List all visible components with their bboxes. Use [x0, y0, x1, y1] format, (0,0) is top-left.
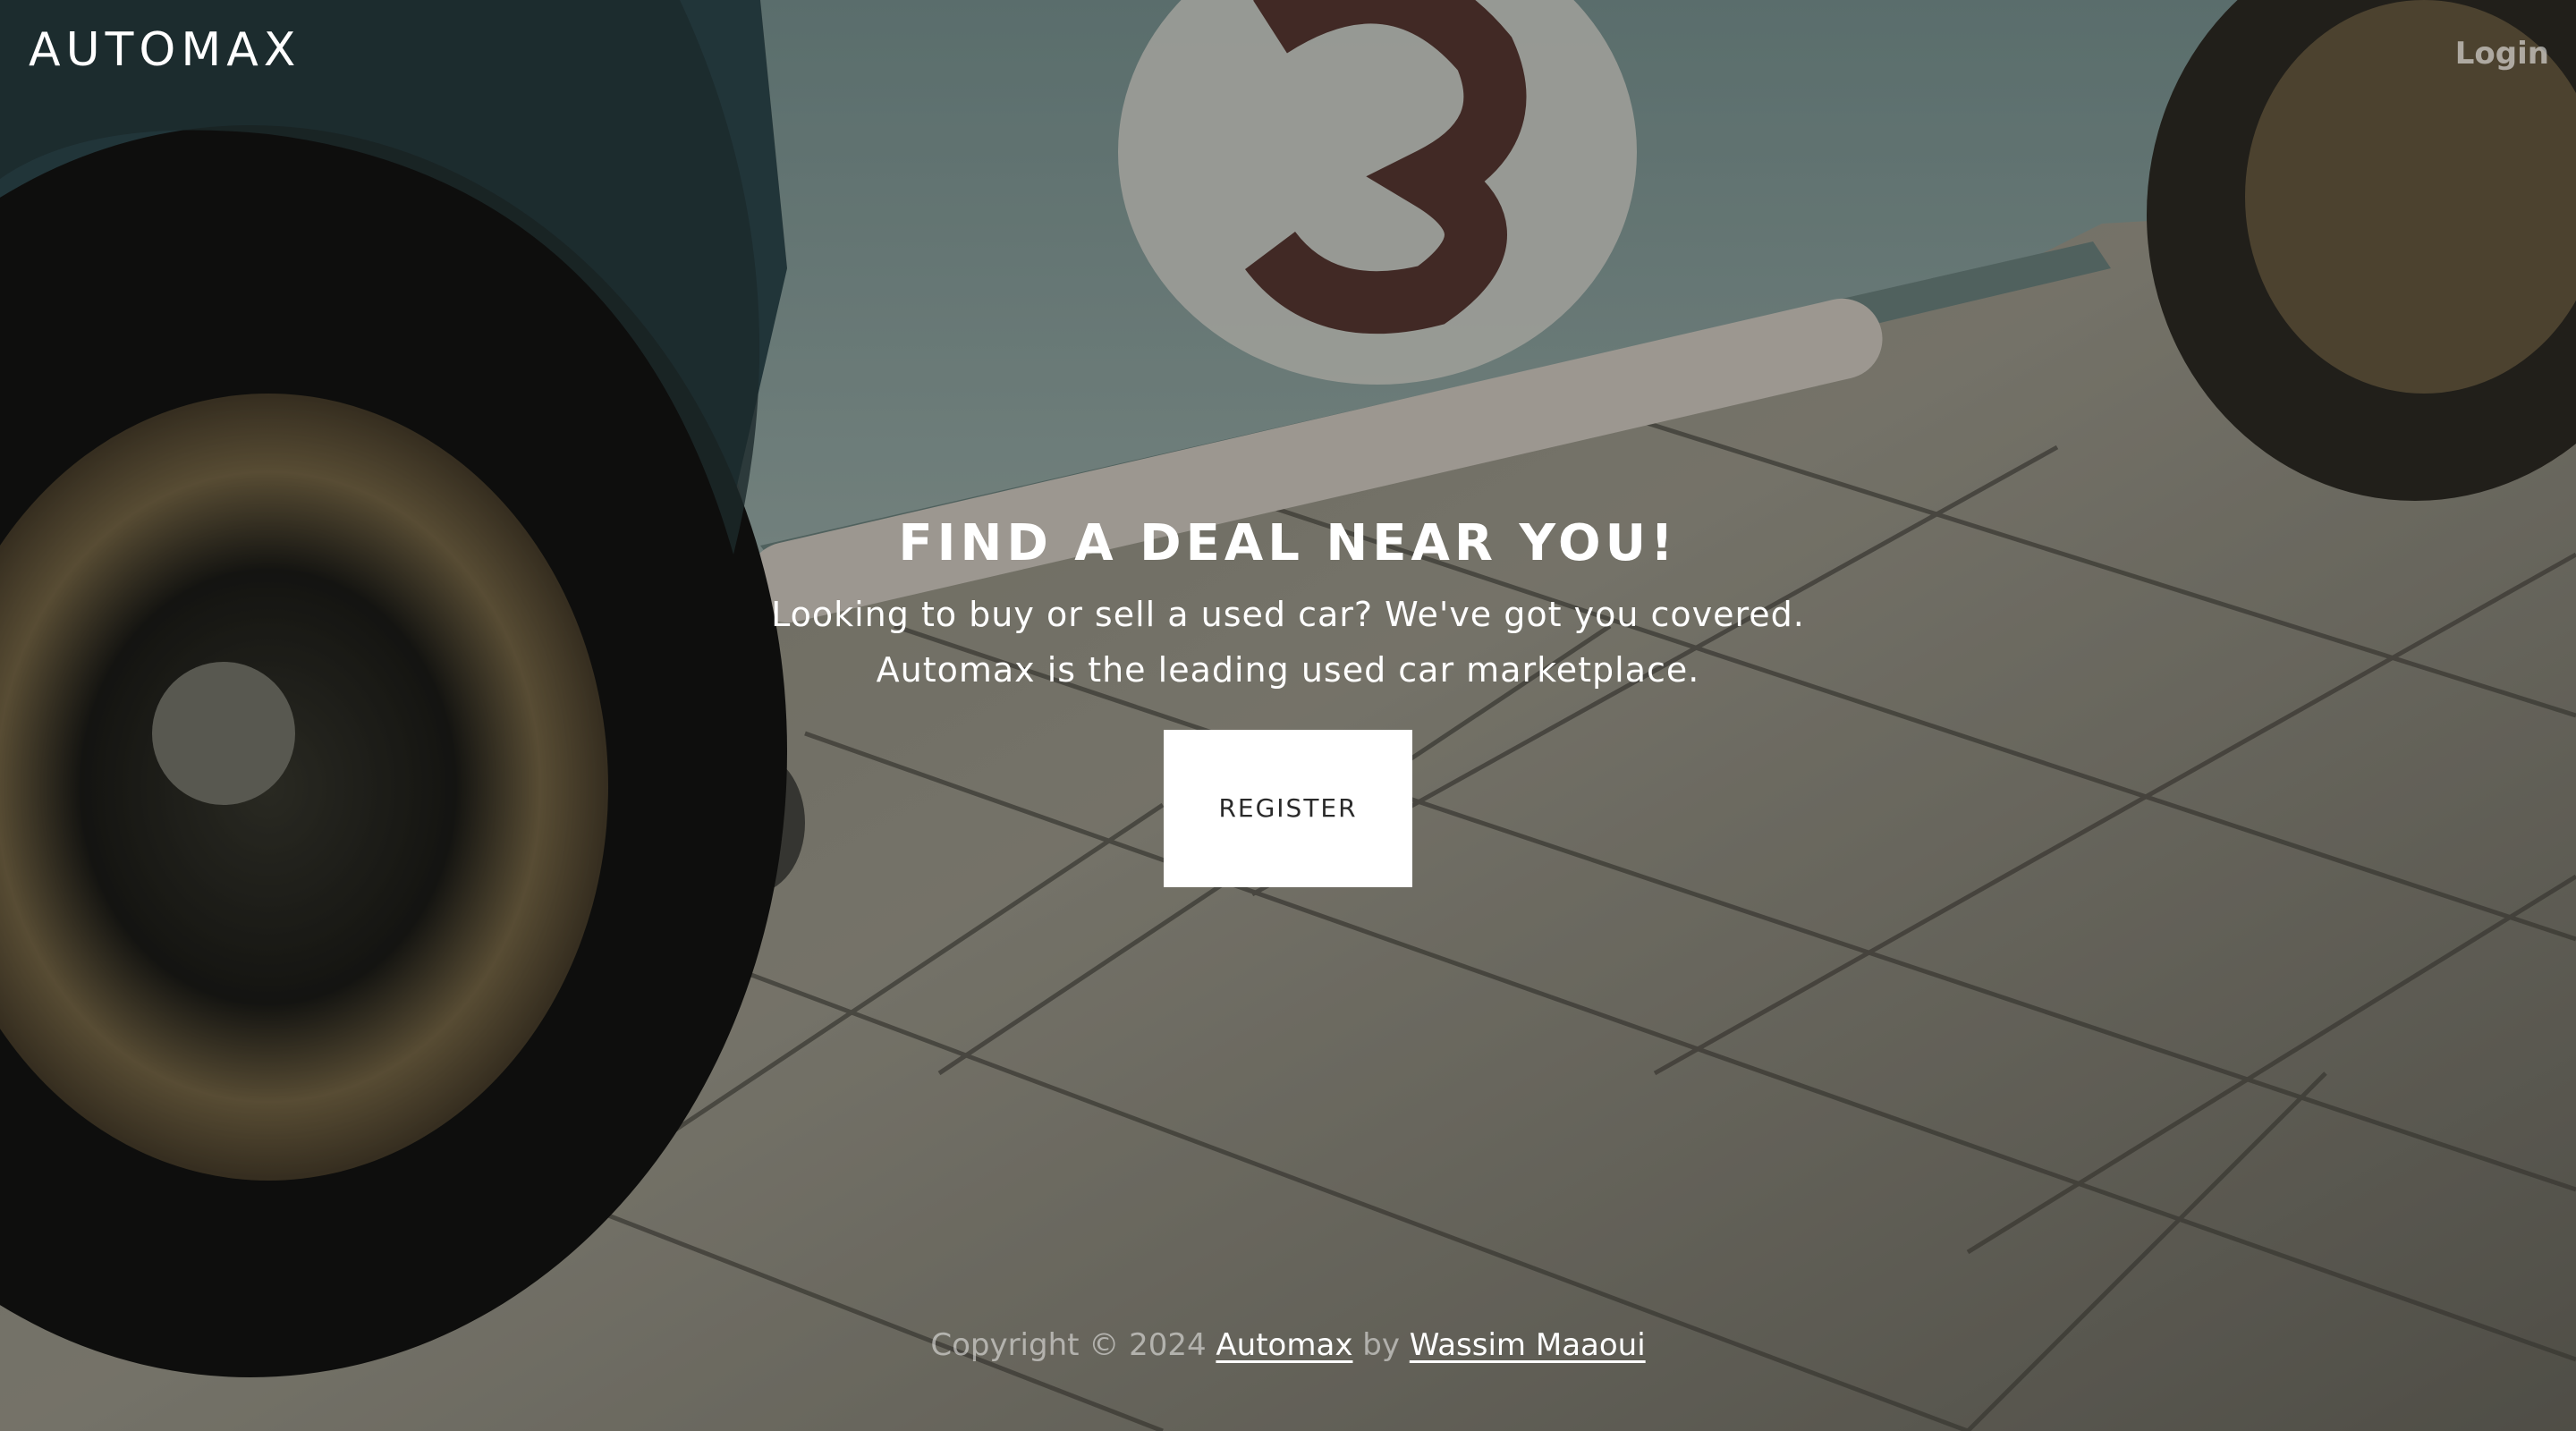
register-button[interactable]: REGISTER [1164, 730, 1412, 887]
footer: Copyright © 2024 Automax by Wassim Maaou… [0, 1327, 2576, 1363]
footer-by-text: by [1362, 1327, 1400, 1363]
login-link[interactable]: Login [2455, 36, 2549, 72]
hero-section: FIND A DEAL NEAR YOU! Looking to buy or … [0, 508, 2576, 887]
copyright-text: Copyright © 2024 [930, 1327, 1207, 1363]
hero-title: FIND A DEAL NEAR YOU! [898, 514, 1678, 572]
footer-brand-link[interactable]: Automax [1216, 1327, 1352, 1363]
site-logo[interactable]: AUTOMAX [29, 23, 301, 77]
hero-description-line-2: Automax is the leading used car marketpl… [876, 650, 1700, 690]
hero-description: Looking to buy or sell a used car? We've… [0, 587, 2576, 698]
footer-author-link[interactable]: Wassim Maaoui [1410, 1327, 1646, 1363]
hero-description-line-1: Looking to buy or sell a used car? We've… [771, 595, 1805, 634]
landing-page: AUTOMAX Login FIND A DEAL NEAR YOU! Look… [0, 0, 2576, 1431]
